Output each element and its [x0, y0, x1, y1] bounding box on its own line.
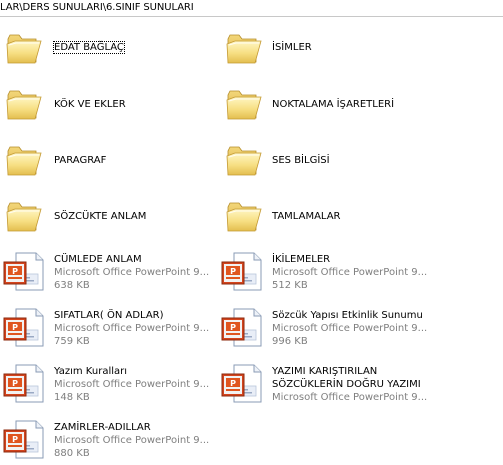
file-size: 512 KB — [272, 280, 308, 291]
folder-icon — [226, 88, 262, 122]
file-size: 759 KB — [54, 336, 90, 347]
file-name-line-1: YAZIMI KARIŞTIRILAN — [272, 366, 378, 377]
powerpoint-file-icon — [220, 306, 264, 350]
folder-icon — [6, 32, 42, 66]
folder-kok-ve-ekler[interactable]: KÖK VE EKLER — [0, 88, 200, 128]
address-bar[interactable]: LAR\DERS SUNULARI\6.SINIF SUNULARI — [0, 0, 503, 17]
file-cumlede-anlam[interactable]: CÜMLEDE ANLAM Microsoft Office PowerPoin… — [0, 250, 215, 296]
folder-noktalama-isaretleri[interactable]: NOKTALAMA İŞARETLERİ — [220, 88, 480, 128]
file-size: 996 KB — [272, 336, 308, 347]
folder-label: TAMLAMALAR — [272, 211, 341, 222]
powerpoint-file-icon — [2, 250, 46, 294]
folder-icon — [6, 144, 42, 178]
folder-paragraf[interactable]: PARAGRAF — [0, 144, 200, 184]
folder-icon — [226, 200, 262, 234]
file-name: CÜMLEDE ANLAM — [54, 254, 142, 265]
file-name: Yazım Kuralları — [54, 366, 128, 377]
folder-icon — [6, 88, 42, 122]
powerpoint-file-icon — [2, 418, 46, 462]
folder-tamlamalar[interactable]: TAMLAMALAR — [220, 200, 460, 240]
file-type: Microsoft Office PowerPoint 9... — [272, 267, 428, 278]
file-zamirler-adillar[interactable]: ZAMİRLER-ADILLAR Microsoft Office PowerP… — [0, 418, 215, 464]
file-size: 148 KB — [54, 392, 90, 403]
powerpoint-file-icon — [2, 362, 46, 406]
file-size: 638 KB — [54, 280, 90, 291]
file-type: Microsoft Office PowerPoint 9... — [272, 392, 428, 403]
file-name: İKİLEMELER — [272, 254, 331, 265]
file-type: Microsoft Office PowerPoint 9... — [54, 379, 210, 390]
folder-isimler[interactable]: İSİMLER — [220, 32, 460, 72]
file-type: Microsoft Office PowerPoint 9... — [272, 323, 428, 334]
folder-icon — [6, 200, 42, 234]
folder-label: SES BİLGİSİ — [272, 155, 330, 166]
file-size: 880 KB — [54, 448, 90, 459]
folder-icon — [226, 32, 262, 66]
file-type: Microsoft Office PowerPoint 9... — [54, 435, 210, 446]
folder-label: NOKTALAMA İŞARETLERİ — [272, 99, 395, 110]
file-name: ZAMİRLER-ADILLAR — [54, 422, 151, 433]
powerpoint-file-icon — [220, 362, 264, 406]
file-name: Sözcük Yapısı Etkinlik Sunumu — [272, 310, 423, 321]
folder-label: SÖZCÜKTE ANLAM — [54, 211, 147, 222]
file-type: Microsoft Office PowerPoint 9... — [54, 267, 210, 278]
file-name-line-2: SÖZCÜKLERİN DOĞRU YAZIMI — [272, 379, 421, 390]
folder-sozcukte-anlam[interactable]: SÖZCÜKTE ANLAM — [0, 200, 200, 240]
folder-label: PARAGRAF — [54, 155, 107, 166]
file-sozcuk-yapisi-etkinlik-sunumu[interactable]: Sözcük Yapısı Etkinlik Sunumu Microsoft … — [218, 306, 478, 352]
file-name: SIFATLAR( ÖN ADLAR) — [54, 310, 164, 321]
file-type: Microsoft Office PowerPoint 9... — [54, 323, 210, 334]
file-yazimi-karistirilan-sozcukler[interactable]: YAZIMI KARIŞTIRILAN SÖZCÜKLERİN DOĞRU YA… — [218, 362, 478, 408]
file-yazim-kurallari[interactable]: Yazım Kuralları Microsoft Office PowerPo… — [0, 362, 215, 408]
powerpoint-file-icon — [220, 250, 264, 294]
file-ikilemeler[interactable]: İKİLEMELER Microsoft Office PowerPoint 9… — [218, 250, 458, 296]
folder-label: KÖK VE EKLER — [54, 99, 126, 110]
folder-label: EDAT BAĞLAÇ — [53, 41, 125, 54]
address-path: LAR\DERS SUNULARI\6.SINIF SUNULARI — [0, 2, 194, 13]
folder-ses-bilgisi[interactable]: SES BİLGİSİ — [220, 144, 460, 184]
folder-icon — [226, 144, 262, 178]
folder-label: İSİMLER — [272, 42, 312, 53]
powerpoint-file-icon — [2, 306, 46, 350]
folder-edat-baglac[interactable]: EDAT BAĞLAÇ — [0, 32, 200, 72]
file-sifatlar[interactable]: SIFATLAR( ÖN ADLAR) Microsoft Office Pow… — [0, 306, 215, 352]
